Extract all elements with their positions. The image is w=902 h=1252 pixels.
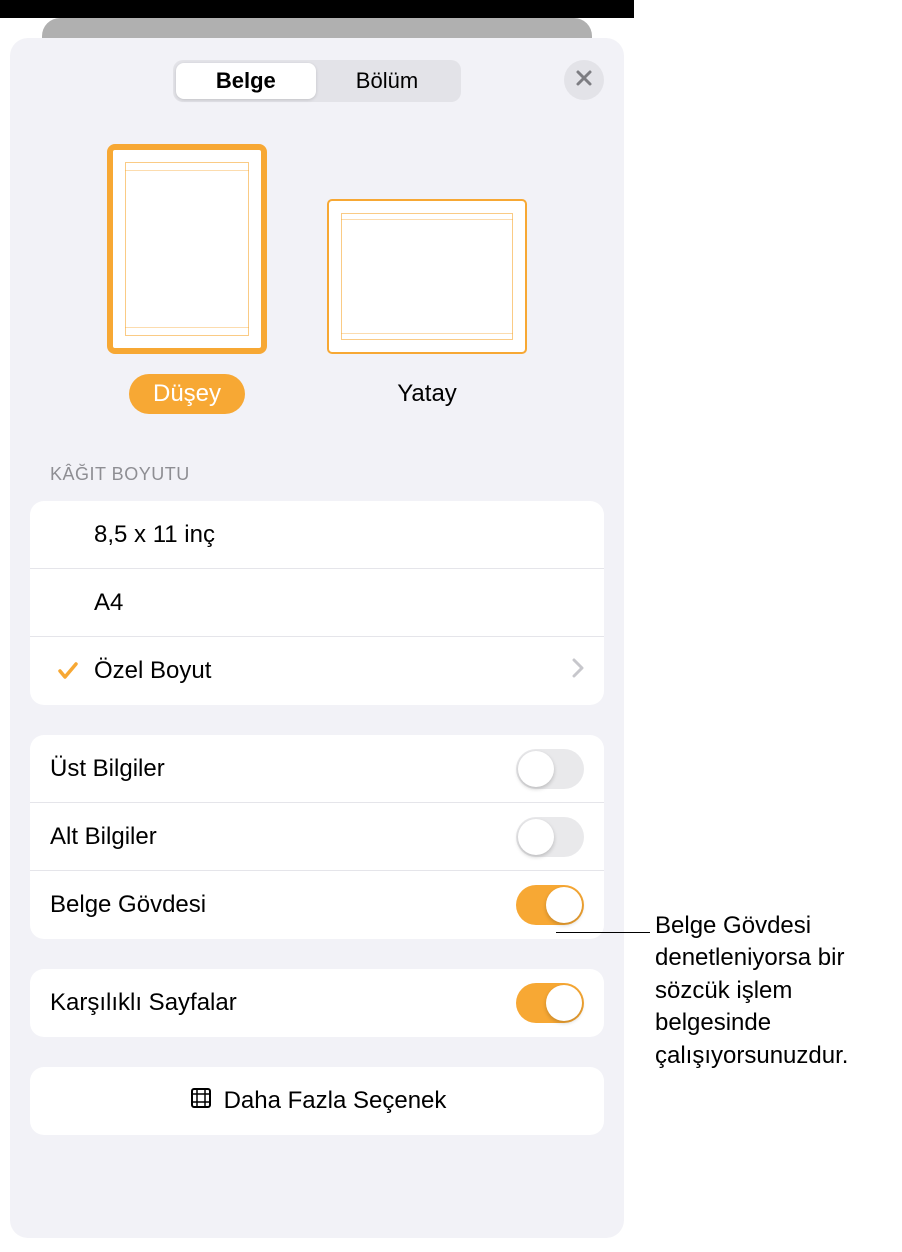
document-body-toggle[interactable] <box>516 885 584 925</box>
landscape-thumbnail-icon <box>327 199 527 354</box>
document-toggles-group: Üst Bilgiler Alt Bilgiler Belge Gövdesi <box>30 735 604 939</box>
document-body-row: Belge Gövdesi <box>30 871 604 939</box>
footers-toggle[interactable] <box>516 817 584 857</box>
facing-pages-row: Karşılıklı Sayfalar <box>30 969 604 1037</box>
facing-pages-label: Karşılıklı Sayfalar <box>50 989 516 1017</box>
orientation-selector: Düşey Yatay <box>10 114 624 424</box>
document-body-label: Belge Gövdesi <box>50 891 516 919</box>
chevron-right-icon <box>572 657 584 685</box>
paper-size-label: Özel Boyut <box>86 657 572 685</box>
headers-row: Üst Bilgiler <box>30 735 604 803</box>
orientation-portrait-label: Düşey <box>129 374 245 414</box>
tab-document[interactable]: Belge <box>176 63 316 99</box>
sheet-header: Belge Bölüm <box>10 38 624 114</box>
orientation-landscape-label: Yatay <box>373 374 481 414</box>
paper-size-label: A4 <box>86 589 584 617</box>
paper-size-list: 8,5 x 11 inç A4 Özel Boyut <box>30 501 604 705</box>
more-options-button[interactable]: Daha Fazla Seçenek <box>30 1067 604 1135</box>
grid-icon <box>188 1085 214 1118</box>
orientation-landscape-option[interactable]: Yatay <box>327 199 527 414</box>
checkmark-icon <box>50 659 86 683</box>
facing-pages-toggle[interactable] <box>516 983 584 1023</box>
footers-label: Alt Bilgiler <box>50 823 516 851</box>
document-settings-sheet: Belge Bölüm Düşey Yatay KÂĞIT BOYUTU <box>10 38 624 1238</box>
footers-row: Alt Bilgiler <box>30 803 604 871</box>
callout-text: Belge Gövdesi denetleniyorsa bir sözcük … <box>655 910 895 1072</box>
callout-leader-line <box>556 932 650 933</box>
headers-toggle[interactable] <box>516 749 584 789</box>
paper-size-option-custom[interactable]: Özel Boyut <box>30 637 604 705</box>
tab-section[interactable]: Bölüm <box>316 63 458 99</box>
document-section-segmented-control[interactable]: Belge Bölüm <box>173 60 461 102</box>
paper-size-option-letter[interactable]: 8,5 x 11 inç <box>30 501 604 569</box>
portrait-thumbnail-icon <box>107 144 267 354</box>
close-icon <box>575 69 593 92</box>
headers-label: Üst Bilgiler <box>50 755 516 783</box>
paper-size-label: 8,5 x 11 inç <box>86 521 584 549</box>
facing-pages-group: Karşılıklı Sayfalar <box>30 969 604 1037</box>
close-button[interactable] <box>564 60 604 100</box>
paper-size-section-title: KÂĞIT BOYUTU <box>10 424 624 495</box>
more-options-label: Daha Fazla Seçenek <box>224 1087 447 1115</box>
paper-size-option-a4[interactable]: A4 <box>30 569 604 637</box>
device-status-area <box>0 0 634 18</box>
orientation-portrait-option[interactable]: Düşey <box>107 144 267 414</box>
